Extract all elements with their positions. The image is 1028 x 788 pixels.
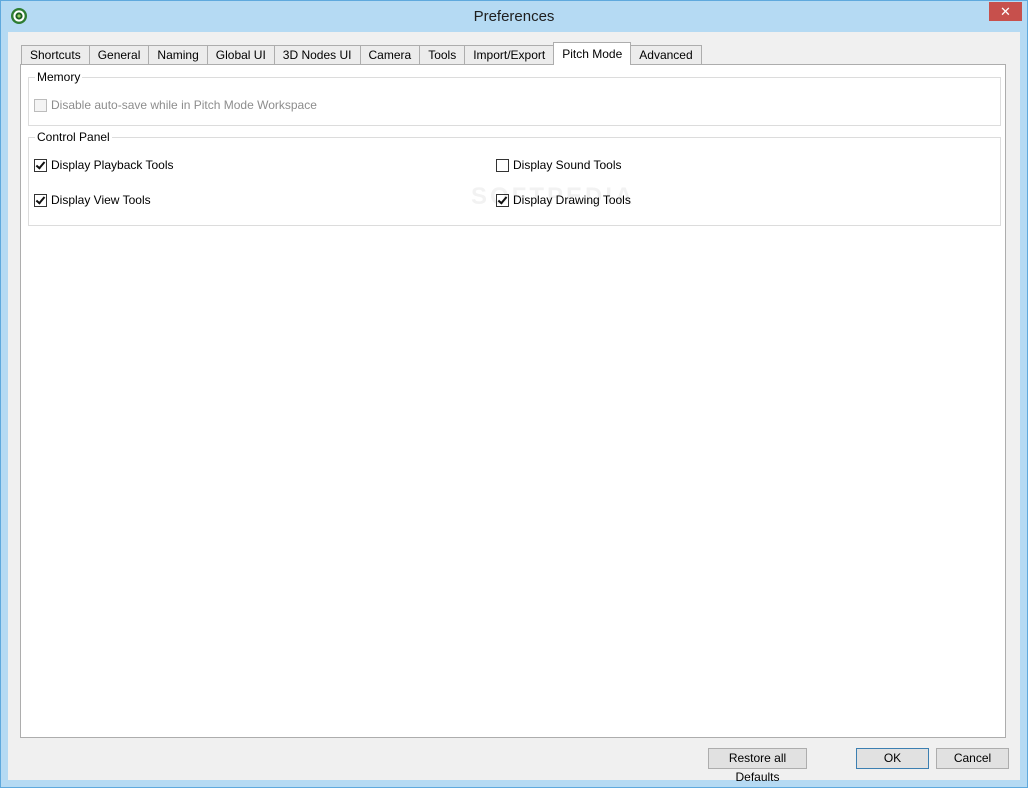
pitch-mode-panel: Memory Disable auto-save while in Pitch …	[20, 64, 1006, 738]
restore-all-defaults-button[interactable]: Restore all Defaults	[708, 748, 807, 784]
tab-global-ui[interactable]: Global UI	[206, 45, 275, 65]
softpedia-watermark: SOFTPEDIA	[471, 183, 636, 210]
title-bar[interactable]: Preferences ✕	[1, 1, 1027, 32]
display-playback-tools-label: Display Playback Tools	[51, 158, 174, 172]
display-sound-tools-label: Display Sound Tools	[513, 158, 622, 172]
control-panel-group-legend: Control Panel	[35, 130, 112, 144]
tab-pitch-mode[interactable]: Pitch Mode	[553, 42, 632, 65]
preferences-window: Preferences ✕ Shortcuts General Naming G…	[0, 0, 1028, 788]
memory-group: Memory Disable auto-save while in Pitch …	[28, 70, 1001, 126]
window-title: Preferences	[473, 8, 555, 25]
cancel-button[interactable]: Cancel	[936, 748, 1009, 769]
display-sound-tools-option[interactable]: Display Sound Tools	[496, 158, 622, 172]
tab-tools[interactable]: Tools	[419, 45, 466, 65]
disable-autosave-label: Disable auto-save while in Pitch Mode Wo…	[51, 98, 317, 112]
display-view-tools-label: Display View Tools	[51, 193, 151, 207]
dialog-client-area: Shortcuts General Naming Global UI 3D No…	[8, 32, 1020, 784]
close-icon: ✕	[1000, 4, 1011, 19]
tab-advanced[interactable]: Advanced	[630, 45, 702, 65]
tab-strip: Shortcuts General Naming Global UI 3D No…	[21, 42, 702, 65]
tab-import-export[interactable]: Import/Export	[464, 45, 555, 65]
tab-shortcuts[interactable]: Shortcuts	[21, 45, 90, 65]
display-sound-tools-checkbox[interactable]	[496, 158, 509, 172]
tab-3d-nodes-ui[interactable]: 3D Nodes UI	[273, 45, 361, 65]
tab-general[interactable]: General	[88, 45, 150, 65]
close-button[interactable]: ✕	[989, 2, 1022, 21]
disable-autosave-option: Disable auto-save while in Pitch Mode Wo…	[34, 98, 317, 112]
tab-camera[interactable]: Camera	[359, 45, 421, 65]
ok-button[interactable]: OK	[856, 748, 929, 769]
tab-naming[interactable]: Naming	[148, 45, 208, 65]
memory-group-legend: Memory	[35, 70, 83, 84]
display-playback-tools-option[interactable]: Display Playback Tools	[34, 158, 174, 172]
display-view-tools-checkbox[interactable]	[34, 193, 47, 207]
display-playback-tools-checkbox[interactable]	[34, 158, 47, 172]
control-panel-group: Control Panel Display Playback Tools Dis…	[28, 130, 1001, 226]
display-view-tools-option[interactable]: Display View Tools	[34, 193, 151, 207]
disable-autosave-checkbox	[34, 98, 47, 112]
